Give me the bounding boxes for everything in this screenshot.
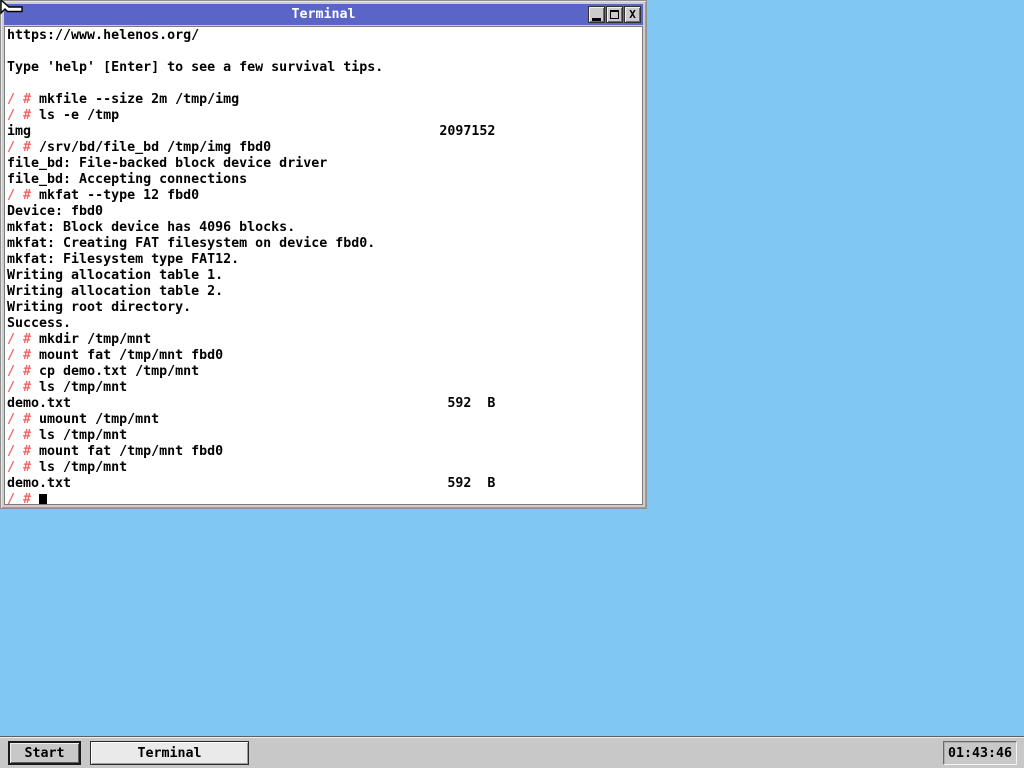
- maximize-button[interactable]: [606, 6, 623, 23]
- start-button[interactable]: Start: [8, 741, 81, 765]
- titlebar[interactable]: Terminal X: [4, 4, 643, 25]
- terminal-window: Terminal X https://www.helenos.org/ Type…: [0, 0, 647, 509]
- terminal-line: / # /srv/bd/file_bd /tmp/img fbd0: [7, 140, 272, 155]
- shell-prompt: / #: [7, 460, 40, 475]
- shell-prompt: / #: [7, 364, 40, 379]
- terminal-line: demo.txt 592 B: [7, 396, 496, 411]
- minimize-button[interactable]: [588, 6, 605, 23]
- taskbar: Start Terminal 01:43:46: [0, 736, 1024, 768]
- shell-prompt: / #: [7, 188, 40, 203]
- terminal-line: / # cp demo.txt /tmp/mnt: [7, 364, 200, 379]
- terminal-line: / # mkdir /tmp/mnt: [7, 332, 152, 347]
- terminal-line: file_bd: File-backed block device driver: [7, 156, 328, 171]
- maximize-icon: [610, 10, 619, 19]
- shell-prompt: / #: [7, 108, 40, 123]
- terminal-line: Writing allocation table 2.: [7, 284, 224, 299]
- terminal-line: / # mount fat /tmp/mnt fbd0: [7, 444, 224, 459]
- terminal-line: Device: fbd0: [7, 204, 104, 219]
- terminal-line: / # umount /tmp/mnt: [7, 412, 160, 427]
- desktop: Terminal X https://www.helenos.org/ Type…: [0, 0, 1024, 768]
- terminal-line: / # ls /tmp/mnt: [7, 428, 128, 443]
- window-controls: X: [588, 6, 641, 23]
- terminal-line: / # ls -e /tmp: [7, 108, 120, 123]
- taskbar-clock: 01:43:46: [943, 741, 1017, 765]
- shell-prompt: / #: [7, 428, 40, 443]
- shell-prompt: / #: [7, 380, 40, 395]
- terminal-line: / # mount fat /tmp/mnt fbd0: [7, 348, 224, 363]
- task-button-terminal[interactable]: Terminal: [90, 741, 249, 765]
- shell-prompt: / #: [7, 348, 40, 363]
- terminal-line: / # mkfat --type 12 fbd0: [7, 188, 200, 203]
- terminal-line: img 2097152: [7, 124, 496, 139]
- close-button[interactable]: X: [624, 6, 641, 23]
- terminal-line: demo.txt 592 B: [7, 476, 496, 491]
- clock-time: 01:43:46: [947, 745, 1013, 761]
- terminal-line: Writing allocation table 1.: [7, 268, 224, 283]
- terminal-content[interactable]: https://www.helenos.org/ Type 'help' [En…: [4, 26, 643, 505]
- window-title: Terminal: [291, 7, 356, 22]
- shell-prompt: / #: [7, 92, 40, 107]
- start-button-label: Start: [24, 745, 65, 761]
- task-button-label: Terminal: [137, 745, 202, 761]
- shell-prompt: / #: [7, 140, 40, 155]
- terminal-line: / # ls /tmp/mnt: [7, 460, 128, 475]
- terminal-line: file_bd: Accepting connections: [7, 172, 248, 187]
- close-icon: X: [629, 8, 636, 21]
- terminal-line: mkfat: Filesystem type FAT12.: [7, 252, 240, 267]
- shell-prompt: / #: [7, 412, 40, 427]
- terminal-line: / #: [7, 492, 642, 505]
- shell-prompt: / #: [7, 332, 40, 347]
- terminal-line: https://www.helenos.org/: [7, 28, 200, 43]
- terminal-line: Writing root directory.: [7, 300, 192, 315]
- terminal-line: Type 'help' [Enter] to see a few surviva…: [7, 60, 384, 75]
- terminal-line: mkfat: Block device has 4096 blocks.: [7, 220, 296, 235]
- text-cursor: [39, 494, 48, 504]
- terminal-line: mkfat: Creating FAT filesystem on device…: [7, 236, 376, 251]
- terminal-line: / # ls /tmp/mnt: [7, 380, 128, 395]
- shell-prompt: / #: [7, 444, 40, 459]
- terminal-line: / # mkfile --size 2m /tmp/img: [7, 92, 240, 107]
- minimize-icon: [592, 17, 601, 21]
- terminal-line: Success.: [7, 316, 72, 331]
- terminal-output: https://www.helenos.org/ Type 'help' [En…: [7, 28, 642, 504]
- shell-prompt: / #: [7, 492, 40, 505]
